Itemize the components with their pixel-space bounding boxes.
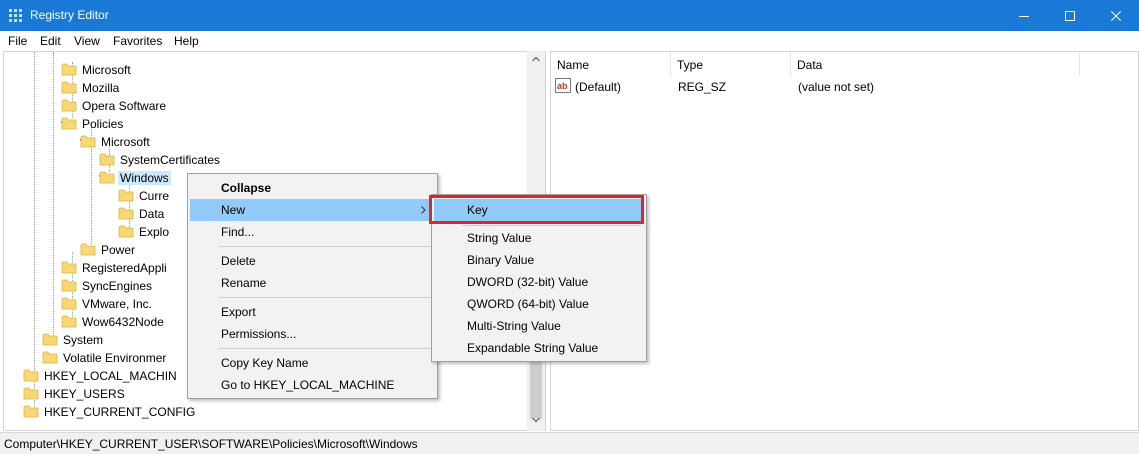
tree-item[interactable]: Mozilla [4,79,524,97]
menu-separator [218,246,431,247]
value-type: REG_SZ [678,80,727,94]
tree-item-label: SystemCertificates [120,153,221,167]
registry-editor-icon [9,9,22,22]
scroll-up-icon[interactable] [532,56,540,62]
folder-icon [61,63,77,76]
tree-item[interactable]: Microsoft [4,133,524,151]
folder-icon [99,153,115,166]
tree-item-label: Windows [118,171,171,185]
menu-item-go-to-hklm[interactable]: Go to HKEY_LOCAL_MACHINE [190,374,435,396]
folder-icon [61,261,77,274]
folder-icon [61,99,77,112]
svg-text:ab: ab [557,81,568,91]
column-header-data[interactable]: Data [791,52,1080,76]
tree-item-label: Power [101,243,136,257]
tree-item-label: HKEY_USERS [44,387,125,401]
tree-item-label: HKEY_LOCAL_MACHIN [44,369,177,383]
scroll-down-icon[interactable] [532,417,540,423]
menu-edit[interactable]: Edit [40,34,61,48]
tree-item[interactable]: Opera Software [4,97,524,115]
folder-icon [23,387,39,400]
tree-item-label: HKEY_CURRENT_CONFIG [44,405,196,419]
menu-separator [218,297,431,298]
folder-icon [42,333,58,346]
maximize-icon [1065,10,1075,21]
folder-icon [99,171,115,184]
tree-item[interactable]: HKEY_CURRENT_CONFIG [4,403,524,421]
tree-item-label: Curre [139,189,170,203]
tree-item[interactable]: Policies [4,115,524,133]
menu-separator [462,225,642,226]
string-value-icon: ab [555,78,571,93]
tree-item[interactable]: SystemCertificates [4,151,524,169]
menu-view[interactable]: View [74,34,100,48]
menu-favorites[interactable]: Favorites [113,34,162,48]
tree-item-label: Volatile Environmer [63,351,167,365]
value-name: (Default) [575,80,622,94]
submenu-item-multi-string-value[interactable]: Multi-String Value [434,315,644,337]
folder-icon [80,135,96,148]
context-menu: Collapse New Find... Delete Rename Expor… [187,173,438,399]
menu-item-rename[interactable]: Rename [190,272,435,294]
value-data: (value not set) [798,80,875,94]
submenu-arrow-icon [421,206,426,214]
tree-item[interactable]: Microsoft [4,61,524,79]
folder-icon [61,117,77,130]
tree-item-label: VMware, Inc. [82,297,153,311]
folder-icon [23,369,39,382]
menu-item-permissions[interactable]: Permissions... [190,323,435,345]
menu-item-collapse[interactable]: Collapse [190,177,435,199]
submenu-item-expandable-string-value[interactable]: Expandable String Value [434,337,644,359]
folder-icon [118,225,134,238]
tree-item-label: Wow6432Node [82,315,164,329]
tree-item-label: RegisteredAppli [82,261,167,275]
close-button[interactable] [1093,0,1139,31]
tree-item-label: Microsoft [82,63,131,77]
tree-item-label: Data [139,207,165,221]
close-icon [1111,10,1121,21]
status-bar: Computer\HKEY_CURRENT_USER\SOFTWARE\Poli… [0,432,1139,454]
column-header-type[interactable]: Type [671,52,791,76]
folder-icon [61,297,77,310]
status-path: Computer\HKEY_CURRENT_USER\SOFTWARE\Poli… [4,437,418,451]
highlight-annotation [429,195,644,224]
submenu-item-binary-value[interactable]: Binary Value [434,249,644,271]
column-header-name[interactable]: Name [551,52,671,76]
tree-item-label: Microsoft [101,135,150,149]
folder-icon [23,405,39,418]
title-bar: Registry Editor [0,0,1139,31]
tree-item-label: Opera Software [82,99,167,113]
tree-item-label: Policies [82,117,124,131]
menu-item-new[interactable]: New [190,199,435,221]
menu-item-copy-key-name[interactable]: Copy Key Name [190,352,435,374]
menu-item-find[interactable]: Find... [190,221,435,243]
submenu-item-dword-value[interactable]: DWORD (32-bit) Value [434,271,644,293]
minimize-icon [1019,15,1029,17]
menu-bar: File Edit View Favorites Help [0,31,1139,51]
folder-icon [42,351,58,364]
menu-file[interactable]: File [8,34,27,48]
folder-icon [80,243,96,256]
list-item[interactable]: ab (Default) REG_SZ (value not set) [551,78,1138,96]
folder-icon [118,207,134,220]
folder-icon [118,189,134,202]
tree-item-label: Mozilla [82,81,120,95]
tree-item-label: System [63,333,104,347]
folder-icon [61,81,77,94]
menu-help[interactable]: Help [174,34,199,48]
folder-icon [61,279,77,292]
tree-item-label: SyncEngines [82,279,153,293]
submenu-item-string-value[interactable]: String Value [434,227,644,249]
submenu-item-qword-value[interactable]: QWORD (64-bit) Value [434,293,644,315]
maximize-button[interactable] [1047,0,1093,31]
folder-icon [61,315,77,328]
tree-item-label: Explo [139,225,170,239]
menu-separator [218,348,431,349]
list-header: Name Type Data [551,52,1138,76]
menu-item-delete[interactable]: Delete [190,250,435,272]
menu-item-export[interactable]: Export [190,301,435,323]
window-title: Registry Editor [30,8,109,22]
minimize-button[interactable] [1001,0,1047,31]
